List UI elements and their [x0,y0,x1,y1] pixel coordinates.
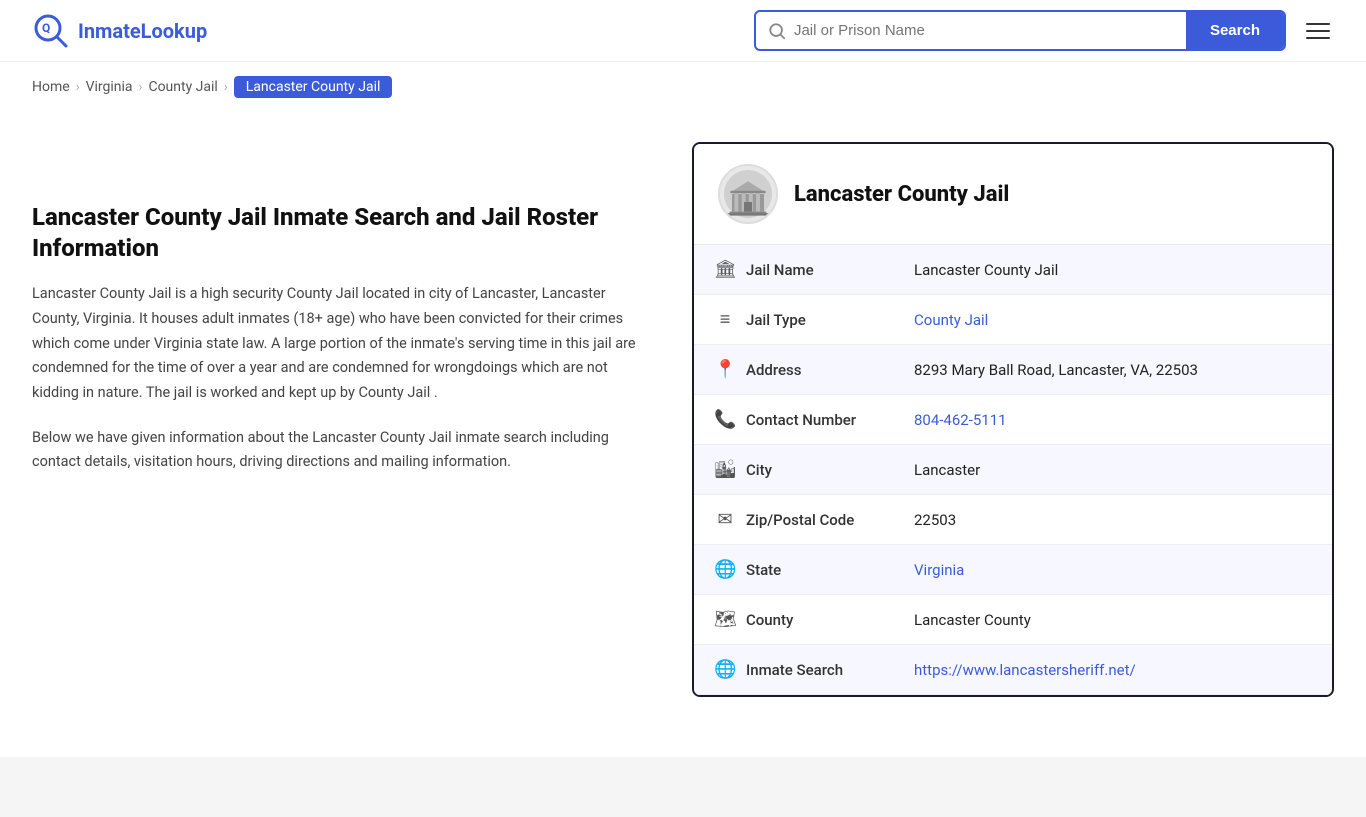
row-value-cell[interactable]: County Jail [894,295,1332,345]
row-label: State [746,561,781,579]
row-label-cell: ≡ Jail Type [694,295,894,345]
row-label: Inmate Search [746,661,843,679]
breadcrumb-type[interactable]: County Jail [148,79,217,95]
search-icon [768,22,786,40]
search-bar: Search [754,10,1286,51]
right-column: Lancaster County Jail 🏛 Jail Name Lancas… [692,142,1334,697]
info-card: Lancaster County Jail 🏛 Jail Name Lancas… [692,142,1334,697]
breadcrumb: Home › Virginia › County Jail › Lancaste… [0,62,1366,112]
row-value-link[interactable]: Virginia [914,561,964,579]
row-label-cell: 🗺 County [694,595,894,645]
row-label: Zip/Postal Code [746,511,854,529]
row-value-cell[interactable]: https://www.lancastersheriff.net/ [894,645,1332,695]
row-value-cell: 8293 Mary Ball Road, Lancaster, VA, 2250… [894,345,1332,395]
row-label: City [746,461,772,479]
row-label: Contact Number [746,411,856,429]
row-label-cell: 🏛 Jail Name [694,245,894,295]
row-label: Jail Name [746,261,814,279]
row-label-cell: 🌐 State [694,545,894,595]
info-table: 🏛 Jail Name Lancaster County Jail ≡ Jail… [694,245,1332,695]
row-label-cell: ✉ Zip/Postal Code [694,495,894,545]
table-row: ≡ Jail Type County Jail [694,295,1332,345]
table-row: 📍 Address 8293 Mary Ball Road, Lancaster… [694,345,1332,395]
svg-text:Q: Q [42,21,50,35]
main-content: Lancaster County Jail Inmate Search and … [0,112,1366,757]
footer [0,757,1366,817]
logo-part1: Inmate [78,19,141,43]
row-icon: ✉ [714,509,736,530]
row-icon: 🗺 [714,609,736,630]
site-header: Q InmateLookup Search [0,0,1366,62]
breadcrumb-current: Lancaster County Jail [234,76,393,98]
table-row: 🗺 County Lancaster County [694,595,1332,645]
table-row: 🌐 Inmate Search https://www.lancastershe… [694,645,1332,695]
search-button[interactable]: Search [1186,12,1284,49]
hamburger-line-1 [1306,23,1330,25]
logo-part2: Lookup [141,19,208,43]
logo-link[interactable]: Q InmateLookup [32,12,207,50]
row-icon: 🌐 [714,559,736,580]
hamburger-line-3 [1306,37,1330,39]
page-description-1: Lancaster County Jail is a high security… [32,282,652,405]
breadcrumb-sep-1: › [76,80,80,95]
row-icon: 📍 [714,359,736,380]
row-icon: 🌐 [714,659,736,680]
row-value-cell: Lancaster [894,445,1332,495]
left-column: Lancaster County Jail Inmate Search and … [32,142,652,475]
row-label-cell: 📞 Contact Number [694,395,894,445]
row-value-link[interactable]: County Jail [914,311,988,329]
row-value-cell[interactable]: 804-462-5111 [894,395,1332,445]
row-value-cell: Lancaster County Jail [894,245,1332,295]
logo-icon: Q [32,12,70,50]
table-row: 📞 Contact Number 804-462-5111 [694,395,1332,445]
row-icon: 🏛 [714,259,736,280]
header-right: Search [754,10,1334,51]
row-icon: 📞 [714,409,736,430]
page-title: Lancaster County Jail Inmate Search and … [32,202,652,264]
table-row: 🏛 Jail Name Lancaster County Jail [694,245,1332,295]
row-value-cell: 22503 [894,495,1332,545]
row-label: Jail Type [746,311,806,329]
row-value-cell: Lancaster County [894,595,1332,645]
jail-avatar [718,164,778,224]
row-label-cell: 🌐 Inmate Search [694,645,894,695]
info-card-title: Lancaster County Jail [794,182,1009,207]
table-row: 🏙 City Lancaster [694,445,1332,495]
table-row: ✉ Zip/Postal Code 22503 [694,495,1332,545]
row-label: Address [746,361,802,379]
row-label-cell: 📍 Address [694,345,894,395]
row-label-cell: 🏙 City [694,445,894,495]
table-row: 🌐 State Virginia [694,545,1332,595]
breadcrumb-state[interactable]: Virginia [86,79,133,95]
row-value-cell[interactable]: Virginia [894,545,1332,595]
breadcrumb-sep-2: › [139,80,143,95]
logo-text: InmateLookup [78,19,207,43]
row-icon: 🏙 [714,459,736,480]
row-value-link[interactable]: 804-462-5111 [914,411,1007,429]
hamburger-menu-button[interactable] [1302,19,1334,43]
breadcrumb-home[interactable]: Home [32,79,70,95]
row-value-link[interactable]: https://www.lancastersheriff.net/ [914,661,1136,679]
page-description-2: Below we have given information about th… [32,426,652,475]
row-icon: ≡ [714,309,736,330]
info-card-header: Lancaster County Jail [694,144,1332,245]
search-bar-inner [756,12,1186,49]
hamburger-line-2 [1306,30,1330,32]
jail-building-icon [724,170,772,218]
breadcrumb-sep-3: › [224,80,228,95]
search-input[interactable] [794,12,1174,49]
row-label: County [746,611,793,629]
